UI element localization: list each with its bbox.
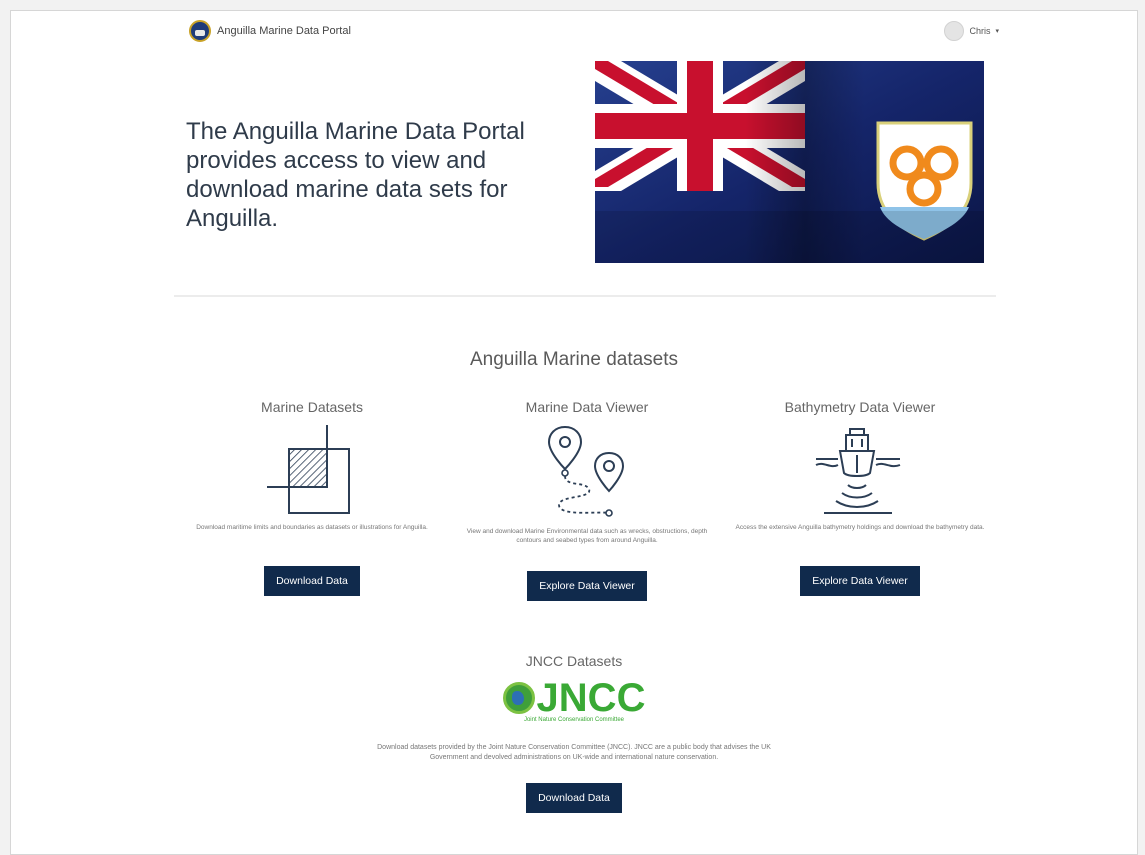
section-title: Anguilla Marine datasets (469, 349, 679, 370)
user-name: Chris (969, 26, 991, 36)
user-menu[interactable]: Chris ▾ (944, 21, 999, 41)
card-description: Access the extensive Anguilla bathymetry… (735, 524, 985, 531)
jncc-description: Download datasets provided by the Joint … (377, 744, 771, 761)
top-navbar: Anguilla Marine Data Portal Chris ▾ (11, 11, 1137, 49)
divider (174, 295, 996, 297)
portal-logo-icon (189, 20, 211, 42)
card-title: Marine Datasets (261, 399, 363, 415)
jncc-title: JNCC Datasets (525, 653, 623, 669)
site-brand-link[interactable]: Anguilla Marine Data Portal (189, 20, 351, 42)
boundary-grid-icon (267, 425, 350, 514)
globe-icon (502, 682, 535, 714)
anguilla-flag-image (595, 61, 984, 263)
card-title: Bathymetry Data Viewer (784, 399, 936, 415)
download-data-button[interactable]: Download Data (264, 566, 360, 596)
jncc-logo: JNCC (11, 677, 1137, 719)
ship-sonar-icon (815, 428, 901, 514)
explore-data-viewer-button[interactable]: Explore Data Viewer (800, 566, 920, 596)
avatar (944, 21, 965, 41)
card-description: View and download Marine Environmental d… (466, 528, 708, 544)
card-marine-data-viewer: Marine Data Viewer View and download Mar… (458, 399, 716, 601)
card-marine-datasets: Marine Datasets Download maritime limits… (181, 399, 443, 596)
map-pins-route-icon (547, 425, 625, 517)
page: Anguilla Marine Data Portal Chris ▾ The … (10, 10, 1138, 855)
download-data-button[interactable]: Download Data (526, 783, 622, 813)
site-name: Anguilla Marine Data Portal (217, 25, 351, 37)
card-bathymetry-data-viewer: Bathymetry Data Viewer Access the extens… (730, 399, 990, 596)
explore-data-viewer-button[interactable]: Explore Data Viewer (527, 571, 647, 601)
jncc-logo-subtitle: Joint Nature Conservation Committee (523, 717, 625, 723)
jncc-logo-text: JNCC (536, 676, 646, 720)
card-description: Download maritime limits and boundaries … (196, 524, 428, 531)
jncc-section: JNCC Datasets JNCC Joint Nature Conserva… (11, 653, 1137, 813)
chevron-down-icon: ▾ (995, 28, 999, 35)
hero-description: The Anguilla Marine Data Portal provides… (186, 118, 525, 232)
card-title: Marine Data Viewer (525, 399, 649, 415)
